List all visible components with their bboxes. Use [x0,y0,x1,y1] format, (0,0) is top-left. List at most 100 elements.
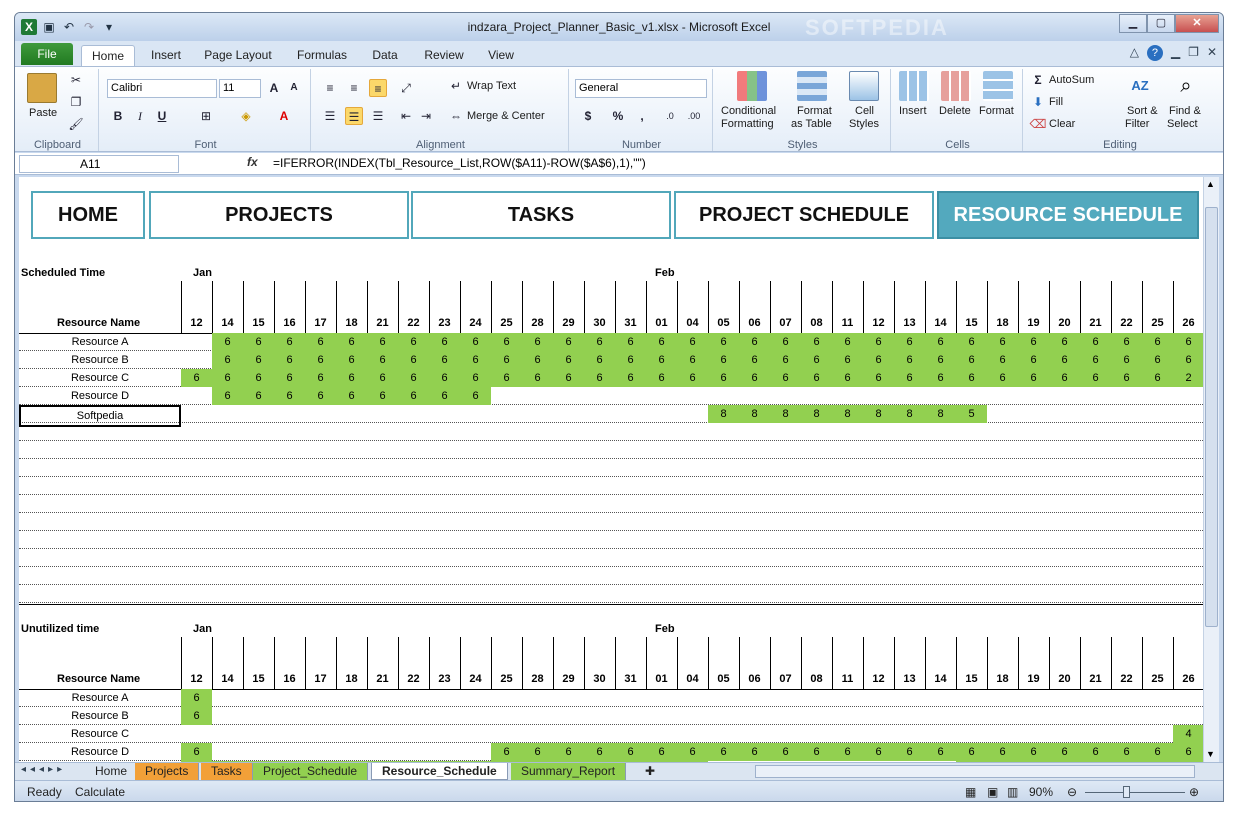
hours-cell[interactable]: 6 [1018,333,1049,351]
hours-cell[interactable] [553,725,584,743]
hours-cell[interactable] [429,725,460,743]
hours-cell[interactable] [1080,689,1111,707]
zoom-level[interactable]: 90% [1029,785,1053,799]
hours-cell[interactable] [832,707,863,725]
hours-cell[interactable]: 6 [336,333,367,351]
hours-cell[interactable]: 6 [832,351,863,369]
fill-color-icon[interactable]: ◈ [237,107,255,125]
decrease-indent-icon[interactable]: ⇤ [397,107,415,125]
decrease-decimal-icon[interactable]: .00 [685,107,703,125]
hours-cell[interactable] [181,351,212,369]
hours-cell[interactable]: 6 [615,351,646,369]
hours-cell[interactable]: 6 [832,743,863,761]
empty-row[interactable] [19,549,1203,567]
hours-cell[interactable] [1111,387,1142,405]
hours-cell[interactable] [1111,689,1142,707]
hours-cell[interactable] [1049,689,1080,707]
resource-name-cell[interactable]: Resource B [19,707,181,725]
hours-cell[interactable]: 6 [243,387,274,405]
tab-view[interactable]: View [481,45,521,66]
insert-sheet-icon[interactable]: ✚ [635,763,665,780]
hours-cell[interactable] [863,689,894,707]
tab-insert[interactable]: Insert [139,45,193,66]
hours-cell[interactable]: 6 [367,387,398,405]
hours-cell[interactable] [770,689,801,707]
tab-review[interactable]: Review [417,45,471,66]
hours-cell[interactable]: 6 [1018,369,1049,387]
hours-cell[interactable] [1018,387,1049,405]
hours-cell[interactable]: 6 [646,369,677,387]
tab-home[interactable]: Home [81,45,135,66]
align-bottom-icon[interactable]: ≡ [369,79,387,97]
hours-cell[interactable]: 6 [1049,369,1080,387]
hours-cell[interactable] [894,689,925,707]
hours-cell[interactable] [987,405,1018,423]
sheet-nav-arrows-icon[interactable]: ◂◂◂▸▸ [21,764,66,775]
hours-cell[interactable]: 6 [801,743,832,761]
hours-cell[interactable]: 6 [956,333,987,351]
hours-cell[interactable] [460,689,491,707]
hours-cell[interactable] [460,707,491,725]
hours-cell[interactable]: 6 [615,743,646,761]
sort-filter-label[interactable]: Sort & [1127,105,1158,117]
hours-cell[interactable]: 8 [739,405,770,423]
hours-cell[interactable]: 6 [305,387,336,405]
hours-cell[interactable] [584,707,615,725]
hours-cell[interactable]: 8 [801,405,832,423]
hours-cell[interactable]: 6 [243,333,274,351]
empty-row[interactable] [19,567,1203,585]
zoom-out-icon[interactable]: ⊖ [1067,785,1077,799]
hours-cell[interactable] [1049,725,1080,743]
hours-cell[interactable] [305,707,336,725]
hours-cell[interactable]: 6 [1080,369,1111,387]
sheet-tab-project-schedule[interactable]: Project_Schedule [253,763,369,780]
hours-cell[interactable]: 6 [212,369,243,387]
hours-cell[interactable] [708,387,739,405]
hours-cell[interactable]: 6 [491,743,522,761]
sheet-tab-home[interactable]: Home [85,763,139,780]
hours-cell[interactable]: 6 [646,743,677,761]
hours-cell[interactable]: 6 [987,333,1018,351]
hours-cell[interactable]: 6 [553,743,584,761]
hours-cell[interactable] [491,725,522,743]
format-as-table-icon[interactable] [797,71,827,101]
hours-cell[interactable]: 6 [739,743,770,761]
hours-cell[interactable] [832,725,863,743]
hours-cell[interactable] [243,743,274,761]
hours-cell[interactable] [677,387,708,405]
hours-cell[interactable] [925,689,956,707]
sort-filter-icon[interactable]: AZ [1125,71,1155,101]
hours-cell[interactable] [429,707,460,725]
hours-cell[interactable]: 6 [770,351,801,369]
hours-cell[interactable] [894,725,925,743]
hours-cell[interactable] [460,405,491,423]
hours-cell[interactable] [305,725,336,743]
format-cells-icon[interactable] [983,71,1013,101]
hours-cell[interactable] [956,689,987,707]
nav-home-button[interactable]: HOME [31,191,145,239]
hours-cell[interactable]: 6 [925,369,956,387]
hours-cell[interactable] [987,725,1018,743]
fill-icon[interactable]: ⬇ [1029,93,1047,111]
autosum-icon[interactable]: Σ [1029,71,1047,89]
hours-cell[interactable] [646,689,677,707]
zoom-in-icon[interactable]: ⊕ [1189,785,1199,799]
hours-cell[interactable] [429,405,460,423]
fill-button[interactable]: Fill [1049,96,1063,108]
hours-cell[interactable] [243,707,274,725]
hours-cell[interactable] [1018,405,1049,423]
hours-cell[interactable]: 6 [584,333,615,351]
hours-cell[interactable] [522,707,553,725]
empty-row[interactable] [19,513,1203,531]
sheet-tab-resource-schedule[interactable]: Resource_Schedule [371,763,508,780]
hours-cell[interactable] [677,707,708,725]
workbook-close-icon[interactable]: ✕ [1207,45,1217,61]
hours-cell[interactable] [739,689,770,707]
hours-cell[interactable]: 6 [1080,351,1111,369]
wrap-text-icon[interactable]: ↵ [447,77,465,95]
hours-cell[interactable]: 6 [584,351,615,369]
hours-cell[interactable] [367,743,398,761]
hours-cell[interactable]: 6 [336,351,367,369]
hours-cell[interactable] [212,725,243,743]
zoom-slider-thumb[interactable] [1123,786,1130,798]
